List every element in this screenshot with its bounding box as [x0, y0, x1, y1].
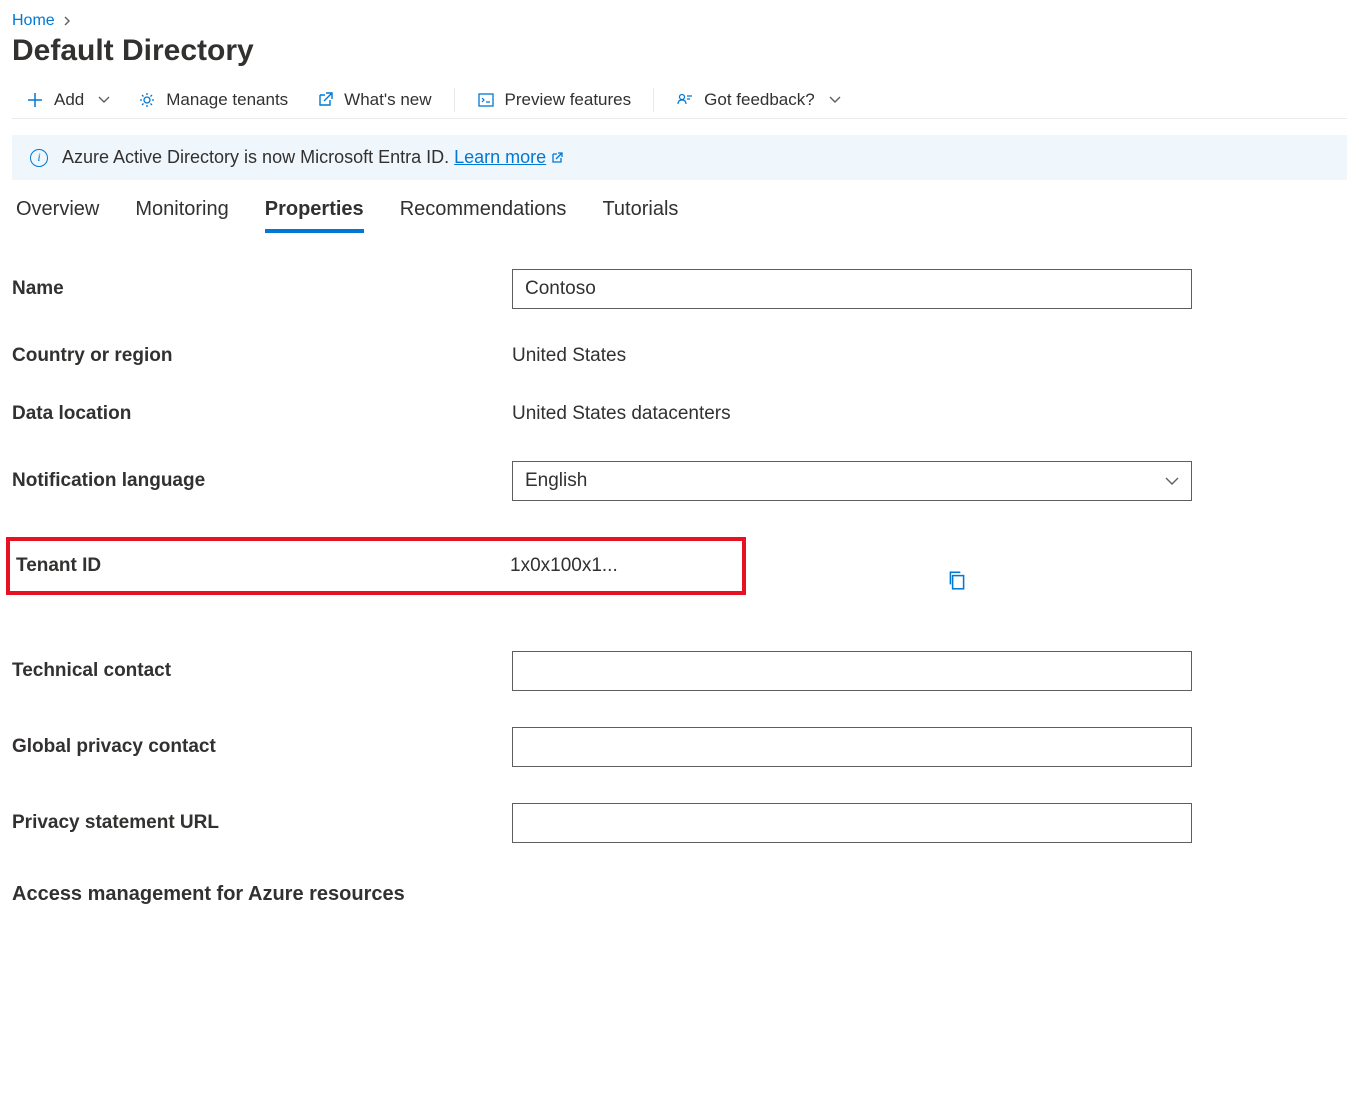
tab-overview[interactable]: Overview: [16, 198, 99, 233]
learn-more-link[interactable]: Learn more: [454, 147, 564, 168]
external-link-icon: [316, 91, 334, 109]
chevron-right-icon: [63, 16, 73, 26]
feedback-icon: [676, 91, 694, 109]
country-label: Country or region: [12, 345, 512, 367]
notification-language-select[interactable]: English: [512, 461, 1192, 501]
data-location-label: Data location: [12, 403, 512, 425]
info-banner: i Azure Active Directory is now Microsof…: [12, 135, 1347, 180]
external-link-icon: [550, 151, 564, 165]
tenant-id-label: Tenant ID: [16, 555, 510, 577]
add-label: Add: [54, 90, 84, 110]
tab-tutorials[interactable]: Tutorials: [602, 198, 678, 233]
manage-tenants-label: Manage tenants: [166, 90, 288, 110]
tenant-id-value: 1x0x100x1...: [510, 555, 618, 577]
preview-features-button[interactable]: Preview features: [463, 84, 646, 116]
global-privacy-contact-input[interactable]: [512, 727, 1192, 767]
country-row: Country or region United States: [12, 345, 1347, 367]
chevron-down-icon: [829, 96, 841, 104]
got-feedback-label: Got feedback?: [704, 90, 815, 110]
notification-language-label: Notification language: [12, 470, 512, 492]
notification-language-row: Notification language English: [12, 461, 1347, 501]
data-location-value: United States datacenters: [512, 403, 731, 425]
technical-contact-row: Technical contact: [12, 651, 1347, 691]
add-button[interactable]: Add: [12, 84, 124, 116]
global-privacy-contact-row: Global privacy contact: [12, 727, 1347, 767]
breadcrumb-home-link[interactable]: Home: [12, 12, 55, 30]
page-title: Default Directory: [12, 34, 1347, 68]
preview-features-label: Preview features: [505, 90, 632, 110]
privacy-statement-url-input[interactable]: [512, 803, 1192, 843]
breadcrumb: Home: [12, 12, 1347, 30]
preview-icon: [477, 91, 495, 109]
toolbar-separator: [653, 88, 654, 112]
info-banner-message: Azure Active Directory is now Microsoft …: [62, 147, 454, 167]
whats-new-label: What's new: [344, 90, 431, 110]
technical-contact-input[interactable]: [512, 651, 1192, 691]
whats-new-button[interactable]: What's new: [302, 84, 445, 116]
got-feedback-button[interactable]: Got feedback?: [662, 84, 855, 116]
tenant-id-row-highlight: Tenant ID 1x0x100x1...: [6, 537, 746, 595]
tab-monitoring[interactable]: Monitoring: [135, 198, 228, 233]
access-management-heading: Access management for Azure resources: [12, 883, 1347, 906]
plus-icon: [26, 91, 44, 109]
data-location-row: Data location United States datacenters: [12, 403, 1347, 425]
tab-recommendations[interactable]: Recommendations: [400, 198, 567, 233]
learn-more-label: Learn more: [454, 147, 546, 168]
privacy-statement-url-label: Privacy statement URL: [12, 812, 512, 834]
technical-contact-label: Technical contact: [12, 660, 512, 682]
global-privacy-contact-label: Global privacy contact: [12, 736, 512, 758]
chevron-down-icon: [1165, 477, 1179, 486]
manage-tenants-button[interactable]: Manage tenants: [124, 84, 302, 116]
info-banner-text: Azure Active Directory is now Microsoft …: [62, 147, 564, 168]
name-input[interactable]: [512, 269, 1192, 309]
info-icon: i: [30, 149, 48, 167]
copy-icon: [946, 569, 968, 591]
name-label: Name: [12, 278, 512, 300]
name-row: Name: [12, 269, 1347, 309]
tab-properties[interactable]: Properties: [265, 198, 364, 233]
notification-language-value: English: [525, 470, 587, 492]
gear-icon: [138, 91, 156, 109]
toolbar-separator: [454, 88, 455, 112]
copy-tenant-id-button[interactable]: [946, 569, 968, 591]
privacy-statement-url-row: Privacy statement URL: [12, 803, 1347, 843]
country-value: United States: [512, 345, 626, 367]
tabs: Overview Monitoring Properties Recommend…: [12, 198, 1347, 233]
chevron-down-icon: [98, 96, 110, 104]
toolbar: Add Manage tenants What's new Preview fe…: [12, 84, 1347, 119]
